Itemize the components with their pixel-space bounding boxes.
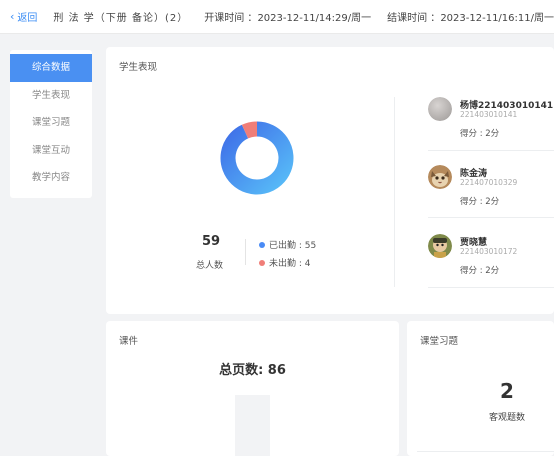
- divider: [417, 451, 554, 452]
- back-label: 返回: [17, 13, 38, 24]
- objective-count: 2: [500, 379, 514, 403]
- divider: [428, 287, 554, 288]
- objective-label: 客观题数: [488, 413, 525, 423]
- end-time-label: 结课时间 ：: [387, 13, 441, 24]
- total-label: 总人数: [196, 261, 224, 271]
- present-dot-icon: [259, 241, 265, 248]
- courseware-thumbnail[interactable]: [235, 395, 270, 456]
- nav-item-student-performance[interactable]: 学生表现: [10, 82, 92, 110]
- end-time: 2023-12-11/16:11/周一: [440, 13, 554, 24]
- student-performance-card: 学生表现 59 总人数 已出勤 : 55 未出勤 : 4 杨博221403010…: [106, 47, 554, 314]
- student-score: 得分 : 2分: [460, 266, 500, 276]
- student-id: 221407010329: [460, 178, 518, 187]
- total-pages: 总页数: 86: [219, 363, 286, 378]
- top-bar: ‹ 返回 刑 法 学（下册 备论）(2） 开课时间 ： 2023-12-11/14…: [0, 0, 554, 34]
- chevron-left-icon: ‹: [10, 10, 15, 23]
- total-count: 59: [202, 234, 221, 249]
- avatar: [428, 165, 452, 189]
- avatar: [428, 97, 452, 121]
- nav-item-overview[interactable]: 综合数据: [10, 54, 92, 82]
- start-time: 2023-12-11/14:29/周一: [257, 13, 372, 24]
- attendance-present-arc: [220, 121, 294, 195]
- student-score: 得分 : 2分: [460, 197, 500, 207]
- avatar: [428, 234, 452, 258]
- side-nav: 综合数据 学生表现 课堂习题 课堂互动 教学内容: [10, 50, 92, 198]
- divider: [428, 150, 554, 151]
- divider: [394, 97, 395, 287]
- card-title: 学生表现: [119, 62, 158, 73]
- student-id: 221403010172: [460, 247, 518, 256]
- divider: [245, 239, 246, 265]
- attendance-donut-chart: [219, 120, 295, 196]
- start-time-label: 开课时间 ：: [204, 13, 258, 24]
- student-id: 221403010141: [460, 110, 518, 119]
- exercise-card: 课堂习题 2 客观题数: [407, 321, 554, 456]
- absent-label: 未出勤 : 4: [269, 259, 311, 269]
- courseware-card: 课件 总页数: 86: [106, 321, 399, 456]
- course-title: 刑 法 学（下册 备论）(2）: [53, 13, 189, 24]
- present-label: 已出勤 : 55: [269, 241, 317, 251]
- absent-dot-icon: [259, 259, 265, 266]
- card-title: 课件: [119, 336, 139, 347]
- nav-item-teaching-content[interactable]: 教学内容: [10, 164, 92, 192]
- nav-item-exercises[interactable]: 课堂习题: [10, 109, 92, 137]
- student-score: 得分 : 2分: [460, 129, 500, 139]
- attendance-absent-arc: [241, 121, 258, 139]
- divider: [428, 217, 554, 218]
- card-title: 课堂习题: [420, 336, 459, 347]
- legend-present: 已出勤 : 55: [259, 238, 316, 251]
- legend-absent: 未出勤 : 4: [259, 256, 310, 269]
- nav-item-interaction[interactable]: 课堂互动: [10, 137, 92, 165]
- back-button[interactable]: ‹ 返回: [10, 9, 37, 24]
